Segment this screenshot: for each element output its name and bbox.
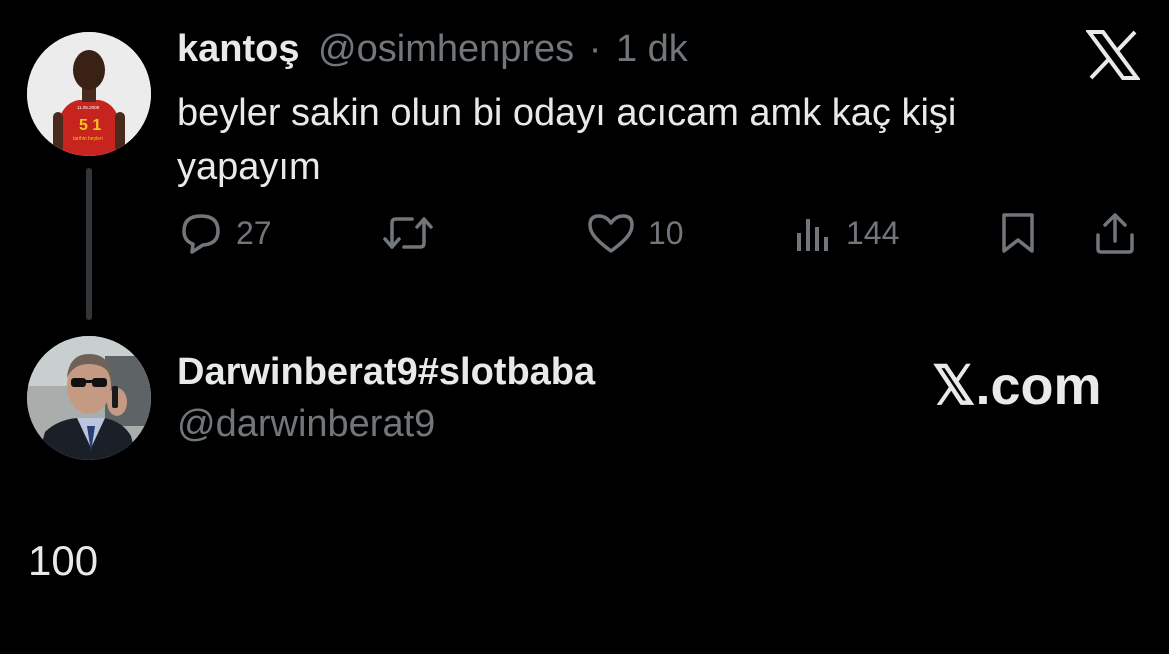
author-handle[interactable]: @osimhenpres [318,28,574,70]
man-sunglasses-phone-avatar-icon [27,336,151,460]
x-logo-icon [1085,30,1141,80]
author-avatar[interactable]: 5 1 11.05.2008 tarihin beyleri [27,32,151,156]
time-separator: · [588,28,602,70]
reply-button[interactable]: 27 [178,211,272,255]
reply-author-name[interactable]: Darwinberat9#slotbaba [177,351,595,394]
views-button[interactable]: 144 [794,211,899,255]
tweet-text: beyler sakin olun bi odayı acıcam amk ka… [177,92,957,188]
svg-text:11.05.2008: 11.05.2008 [77,105,100,110]
bookmark-button[interactable] [998,211,1038,255]
bookmark-icon [1002,213,1034,253]
views-count: 144 [846,214,900,251]
retweet-button[interactable] [382,211,446,255]
heart-icon [588,214,634,253]
reply-author-handle[interactable]: @darwinberat9 [177,403,435,446]
like-count: 10 [648,214,684,251]
person-red-shirt-avatar-icon: 5 1 11.05.2008 tarihin beyleri [27,32,151,156]
tweet-time[interactable]: 1 dk [616,28,688,70]
tweet-header: kantoş @osimhenpres · 1 dk [177,28,688,71]
reply-author-avatar[interactable] [27,336,151,460]
views-bar-chart-icon [797,219,828,251]
reply-icon [182,214,220,254]
svg-text:tarihin beyleri: tarihin beyleri [73,136,103,142]
share-icon [1096,213,1134,254]
author-name[interactable]: kantoş [177,28,299,70]
share-button[interactable] [1094,211,1136,255]
retweet-icon [383,217,433,249]
like-button[interactable]: 10 [586,211,684,255]
reply-count: 27 [236,214,272,251]
thread-connector-line [86,168,92,320]
reply-text: 100 [28,537,99,584]
x-com-watermark: 𝕏.com [932,356,1102,416]
svg-text:5 1: 5 1 [79,117,101,134]
